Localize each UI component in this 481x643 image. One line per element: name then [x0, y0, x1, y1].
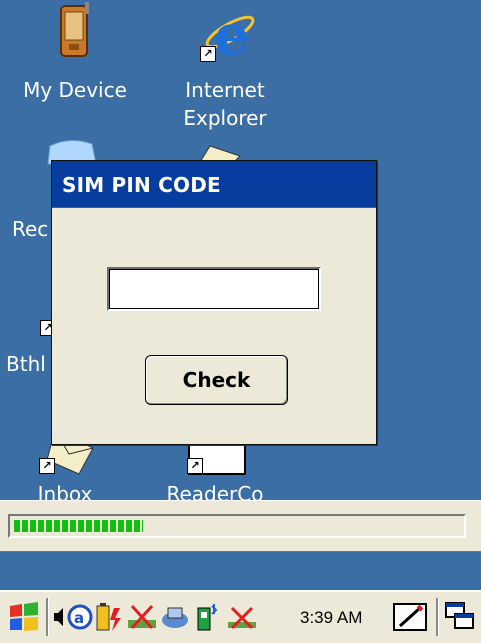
taskbar-separator	[46, 598, 49, 636]
connection-icon[interactable]	[160, 600, 190, 634]
taskbar-clock[interactable]: 3:39 AM	[300, 592, 362, 643]
battery-icon[interactable]	[94, 600, 124, 634]
radio-disconnected-icon[interactable]	[226, 600, 258, 634]
network-disconnected-icon[interactable]	[126, 600, 158, 634]
pen-input-icon[interactable]	[392, 600, 428, 634]
progress-bar	[8, 514, 466, 538]
dialog-title: SIM PIN CODE	[52, 161, 376, 208]
icon-label: My Device	[23, 78, 127, 102]
shortcut-arrow-icon: ↗	[187, 458, 203, 474]
icon-label: Bthl	[6, 352, 46, 376]
pda-device-icon	[60, 2, 89, 57]
svg-text:e: e	[214, 2, 250, 64]
speaker-icon[interactable]	[52, 600, 66, 634]
windows-start-icon[interactable]	[6, 600, 42, 634]
check-button[interactable]: Check	[145, 355, 288, 405]
bluetooth-icon[interactable]	[192, 600, 222, 634]
task-switcher-icon[interactable]	[443, 600, 477, 634]
progress-panel	[0, 500, 481, 552]
icon-label-line1: Internet	[185, 78, 265, 102]
taskbar: a 3:39 AM	[0, 590, 481, 643]
input-method-icon[interactable]: a	[66, 600, 94, 634]
desktop-icon-my-device[interactable]: My Device	[10, 2, 140, 104]
taskbar-separator	[436, 598, 439, 636]
icon-label: Rec	[12, 217, 49, 241]
shortcut-arrow-icon: ↗	[39, 458, 55, 474]
sim-pin-input[interactable]	[107, 267, 321, 311]
shortcut-arrow-icon: ↗	[200, 46, 216, 62]
icon-label-line2: Explorer	[183, 106, 267, 130]
svg-text:a: a	[74, 609, 84, 627]
sim-pin-dialog: SIM PIN CODE Check	[51, 160, 377, 445]
desktop-icon-bluetooth[interactable]: Bthl	[6, 350, 46, 378]
progress-bar-fill	[14, 520, 143, 532]
desktop-icon-internet-explorer[interactable]: e ↗ Internet Explorer	[160, 2, 290, 132]
desktop-icon-recycle-bin[interactable]: Rec	[12, 215, 48, 243]
